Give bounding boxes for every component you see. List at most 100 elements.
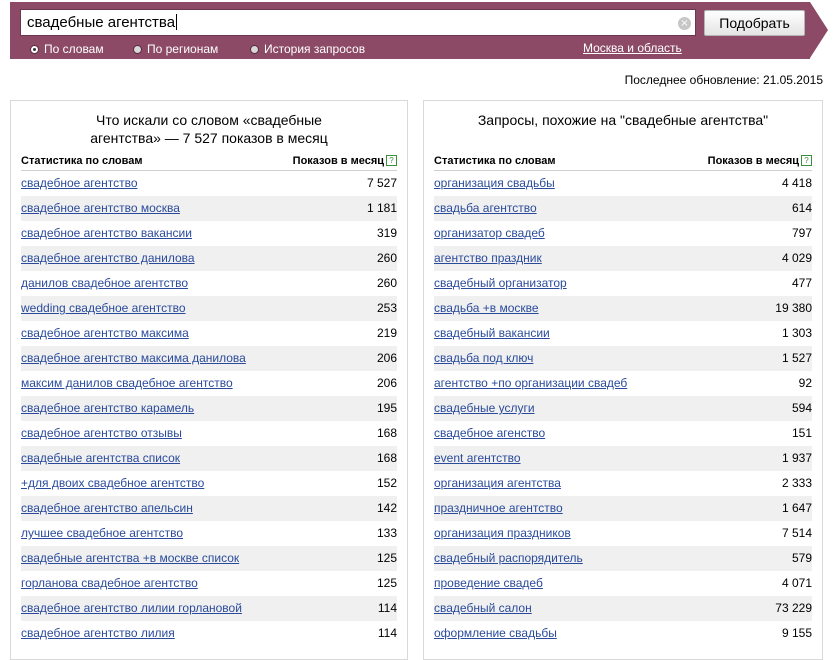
keyword-link[interactable]: wedding свадебное агентство	[21, 296, 186, 321]
search-input[interactable]: свадебные агентства ×	[20, 9, 696, 36]
keyword-link[interactable]: свадебное агенство	[434, 421, 545, 446]
submit-button[interactable]: Подобрать	[704, 10, 805, 36]
table-row: свадебное агентство 7 527	[21, 171, 397, 196]
impressions-count: 1 181	[366, 201, 397, 215]
keyword-link[interactable]: свадебные услуги	[434, 396, 535, 421]
col-count-label: Показов в месяц	[707, 155, 799, 167]
impressions-count: 195	[376, 401, 397, 415]
table-row: проведение свадеб 4 071	[434, 571, 812, 596]
mode-by-regions[interactable]: По регионам	[133, 41, 218, 57]
impressions-count: 260	[376, 276, 397, 290]
impressions-count: 2 333	[781, 476, 812, 490]
keyword-link[interactable]: горланова свадебное агентство	[21, 571, 198, 596]
keyword-link[interactable]: свадебное агентство апельсин	[21, 496, 193, 521]
keyword-link[interactable]: свадебное агентство данилова	[21, 246, 195, 271]
impressions-count: 594	[791, 401, 812, 415]
keyword-link[interactable]: проведение свадеб	[434, 571, 543, 596]
radio-off-icon	[250, 45, 259, 54]
keyword-link[interactable]: свадебное агентство карамель	[21, 396, 194, 421]
table-row: свадьба агентство 614	[434, 196, 812, 221]
impressions-count: 260	[376, 251, 397, 265]
table-row: данилов свадебное агентство 260	[21, 271, 397, 296]
table-row: свадебное агентство карамель 195	[21, 396, 397, 421]
keyword-list: свадебное агентство 7 527 свадебное агентс…	[21, 171, 397, 646]
impressions-count: 206	[376, 376, 397, 390]
keyword-link[interactable]: свадебное агентство максима данилова	[21, 346, 246, 371]
keyword-link[interactable]: свадебный салон	[434, 596, 532, 621]
col-count-header: Показов в месяц?	[293, 153, 397, 170]
table-row: свадебное агентство максима 219	[21, 321, 397, 346]
keyword-link[interactable]: свадебный организатор	[434, 271, 567, 296]
mode-by-words[interactable]: По словам	[30, 41, 104, 57]
keyword-link[interactable]: свадебные агентства +в москве список	[21, 546, 239, 571]
table-row: свадебные агентства +в москве список 125	[21, 546, 397, 571]
help-icon[interactable]: ?	[386, 155, 397, 166]
keyword-link[interactable]: свадьба агентство	[434, 196, 537, 221]
panel-title-line2: агентства» — 7 527 показов в месяц	[90, 130, 328, 146]
keyword-link[interactable]: организатор свадеб	[434, 221, 545, 246]
table-row: горланова свадебное агентство 125	[21, 571, 397, 596]
keyword-link[interactable]: свадебный распорядитель	[434, 546, 583, 571]
keyword-link[interactable]: свадебное агентство лилии горлановой	[21, 596, 242, 621]
keyword-link[interactable]: свадебный вакансии	[434, 321, 550, 346]
keyword-link[interactable]: свадьба под ключ	[434, 346, 533, 371]
search-query: свадебные агентства	[27, 14, 176, 31]
keyword-link[interactable]: организация праздников	[434, 521, 571, 546]
table-row: праздничное агентство 1 647	[434, 496, 812, 521]
keyword-link[interactable]: свадьба +в москве	[434, 296, 539, 321]
region-link[interactable]: Москва и область	[583, 39, 682, 57]
keyword-link[interactable]: максим данилов свадебное агентство	[21, 371, 233, 396]
impressions-count: 4 071	[781, 576, 812, 590]
keyword-link[interactable]: агентство +по организации свадеб	[434, 371, 627, 396]
col-count-label: Показов в месяц	[292, 155, 384, 167]
impressions-count: 125	[376, 576, 397, 590]
keyword-link[interactable]: организация агентства	[434, 471, 561, 496]
panel-similar: Запросы, похожие на "свадебные агентства…	[423, 100, 823, 660]
table-row: свадебный организатор 477	[434, 271, 812, 296]
clear-icon[interactable]: ×	[678, 17, 691, 30]
keyword-link[interactable]: данилов свадебное агентство	[21, 271, 188, 296]
impressions-count: 142	[376, 501, 397, 515]
keyword-link[interactable]: свадебное агентство	[21, 171, 138, 196]
keyword-link[interactable]: праздничное агентство	[434, 496, 563, 521]
impressions-count: 1 527	[781, 351, 812, 365]
table-row: свадебные услуги 594	[434, 396, 812, 421]
keyword-link[interactable]: оформление свадьбы	[434, 621, 557, 646]
keyword-link[interactable]: организация свадьбы	[434, 171, 555, 196]
search-bar: свадебные агентства × Подобрать По слова…	[10, 2, 810, 59]
table-row: свадебное агентство лилии горлановой 114	[21, 596, 397, 621]
table-row: свадебное агентство данилова 260	[21, 246, 397, 271]
keyword-link[interactable]: свадебное агентство лилия	[21, 621, 175, 646]
panel-title-line1: Что искали со словом «свадебные	[96, 112, 322, 128]
impressions-count: 7 514	[781, 526, 812, 540]
impressions-count: 125	[376, 551, 397, 565]
keyword-link[interactable]: свадебное агентство максима	[21, 321, 189, 346]
impressions-count: 168	[376, 426, 397, 440]
table-row: свадебный салон 73 229	[434, 596, 812, 621]
table-row: организатор свадеб 797	[434, 221, 812, 246]
mode-label: История запросов	[264, 42, 366, 56]
impressions-count: 19 380	[775, 301, 812, 315]
mode-history[interactable]: История запросов	[250, 41, 365, 57]
keyword-link[interactable]: лучшее свадебное агентство	[21, 521, 183, 546]
keyword-link[interactable]: свадебные агентства список	[21, 446, 180, 471]
keyword-link[interactable]: свадебное агентство москва	[21, 196, 180, 221]
table-row: свадебный вакансии 1 303	[434, 321, 812, 346]
keyword-link[interactable]: +для двоих свадебное агентство	[21, 471, 204, 496]
table-row: свадебное агенство 151	[434, 421, 812, 446]
panel-words: Что искали со словом «свадебные агентств…	[10, 100, 408, 660]
impressions-count: 206	[376, 351, 397, 365]
table-row: организация свадьбы 4 418	[434, 171, 812, 196]
text-caret	[176, 14, 178, 30]
keyword-link[interactable]: свадебное агентство вакансии	[21, 221, 192, 246]
mode-label: По регионам	[147, 42, 219, 56]
keyword-link[interactable]: event агентство	[434, 446, 521, 471]
keyword-link[interactable]: агентство праздник	[434, 246, 542, 271]
impressions-count: 168	[376, 451, 397, 465]
keyword-link[interactable]: свадебное агентство отзывы	[21, 421, 182, 446]
help-icon[interactable]: ?	[801, 155, 812, 166]
table-header: Статистика по словам Показов в месяц?	[21, 153, 397, 171]
table-row: свадебное агентство апельсин 142	[21, 496, 397, 521]
impressions-count: 1 303	[781, 326, 812, 340]
table-header: Статистика по словам Показов в месяц?	[434, 153, 812, 171]
